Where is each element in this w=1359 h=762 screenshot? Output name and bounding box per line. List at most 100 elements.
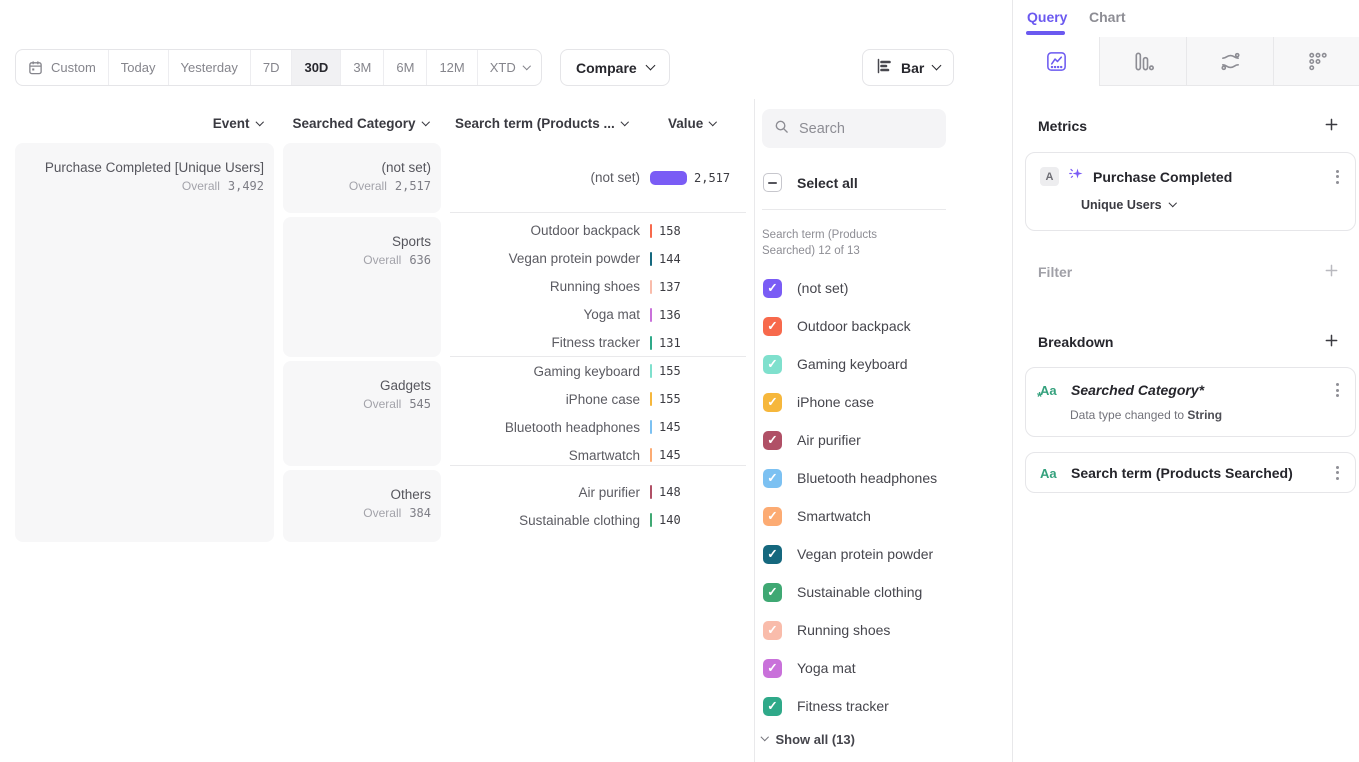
- legend-item[interactable]: ✓Bluetooth headphones: [763, 459, 937, 497]
- term-row[interactable]: Vegan protein powder144: [450, 245, 746, 273]
- value-bar[interactable]: [650, 252, 652, 266]
- value-bar[interactable]: [650, 364, 652, 378]
- legend-item[interactable]: ✓Gaming keyboard: [763, 345, 937, 383]
- legend-checkbox[interactable]: ✓: [763, 659, 782, 678]
- legend-item-label: Vegan protein powder: [797, 546, 933, 562]
- legend-checkbox[interactable]: ✓: [763, 355, 782, 374]
- event-cell[interactable]: Purchase Completed [Unique Users] Overal…: [15, 143, 274, 542]
- report-tab-funnels[interactable]: [1099, 37, 1186, 86]
- legend-item[interactable]: ✓Outdoor backpack: [763, 307, 937, 345]
- column-header-value[interactable]: Value: [668, 116, 716, 131]
- term-row[interactable]: Fitness tracker131: [450, 329, 746, 357]
- legend-checkbox[interactable]: ✓: [763, 545, 782, 564]
- select-all-checkbox-row[interactable]: Select all: [763, 173, 858, 192]
- value-bar[interactable]: [650, 392, 652, 406]
- add-filter-button[interactable]: [1324, 263, 1340, 279]
- value-label: 148: [659, 485, 681, 499]
- add-metric-button[interactable]: [1324, 117, 1340, 133]
- term-row[interactable]: Yoga mat136: [450, 301, 746, 329]
- term-row[interactable]: (not set)2,517: [450, 164, 746, 192]
- legend-checkbox[interactable]: ✓: [763, 279, 782, 298]
- date-range-7d[interactable]: 7D: [250, 50, 292, 85]
- legend-item[interactable]: ✓Air purifier: [763, 421, 937, 459]
- select-all-checkbox[interactable]: [763, 173, 782, 192]
- legend-item[interactable]: ✓(not set): [763, 269, 937, 307]
- value-bar[interactable]: [650, 448, 652, 462]
- date-range-custom[interactable]: Custom: [16, 50, 108, 85]
- show-all-button[interactable]: Show all (13): [762, 732, 855, 747]
- metric-kebab-menu[interactable]: [1334, 168, 1341, 186]
- date-range-30d[interactable]: 30D: [291, 50, 340, 85]
- value-bar[interactable]: [650, 485, 652, 499]
- compare-button[interactable]: Compare: [560, 49, 670, 86]
- term-row[interactable]: Air purifier148: [450, 478, 746, 506]
- legend-checkbox[interactable]: ✓: [763, 431, 782, 450]
- category-cell[interactable]: GadgetsOverall545: [283, 361, 441, 466]
- legend-item[interactable]: ✓iPhone case: [763, 383, 937, 421]
- column-header-event[interactable]: Event: [120, 116, 262, 131]
- legend-caption: Search term (Products Searched) 12 of 13: [762, 227, 907, 259]
- legend-checkbox[interactable]: ✓: [763, 393, 782, 412]
- breakdown-card-search-term[interactable]: Aa Search term (Products Searched): [1025, 452, 1356, 493]
- breakdown-card-searched-category[interactable]: Aa* Searched Category* Data type changed…: [1025, 367, 1356, 437]
- date-range-xtd[interactable]: XTD: [477, 50, 542, 85]
- report-tab-flows[interactable]: [1186, 37, 1273, 86]
- term-row[interactable]: Outdoor backpack158: [450, 217, 746, 245]
- value-label: 145: [659, 448, 681, 462]
- category-overall-value: 2,517: [395, 179, 431, 193]
- legend-checkbox[interactable]: ✓: [763, 583, 782, 602]
- date-range-yesterday[interactable]: Yesterday: [168, 50, 250, 85]
- breakdown-heading: Breakdown: [1038, 334, 1113, 350]
- chart-type-selector[interactable]: Bar: [862, 49, 954, 86]
- date-range-today[interactable]: Today: [108, 50, 168, 85]
- metric-card[interactable]: A Purchase Completed Unique Users: [1025, 152, 1356, 231]
- tab-query[interactable]: Query: [1027, 9, 1067, 25]
- legend-search[interactable]: [762, 109, 946, 148]
- search-input[interactable]: [799, 121, 934, 137]
- value-bar[interactable]: [650, 224, 652, 238]
- metric-aggregation-dropdown[interactable]: Unique Users: [1081, 198, 1341, 212]
- report-tab-retention[interactable]: [1273, 37, 1359, 86]
- legend-item[interactable]: ✓ Smartwatch: [763, 497, 937, 535]
- value-bar[interactable]: [650, 171, 687, 185]
- value-bar[interactable]: [650, 420, 652, 434]
- category-cell[interactable]: OthersOverall384: [283, 470, 441, 542]
- breakdown-kebab-menu[interactable]: [1334, 381, 1341, 399]
- term-row[interactable]: Sustainable clothing140: [450, 506, 746, 534]
- value-bar[interactable]: [650, 308, 652, 322]
- legend-checkbox[interactable]: ✓: [763, 507, 782, 526]
- legend-item-label: Smartwatch: [797, 508, 871, 524]
- breakdown-kebab-menu[interactable]: [1334, 464, 1341, 482]
- term-row[interactable]: Running shoes137: [450, 273, 746, 301]
- date-range-control[interactable]: CustomTodayYesterday7D30D3M6M12MXTD: [15, 49, 542, 86]
- date-range-6m[interactable]: 6M: [383, 50, 426, 85]
- legend-item[interactable]: ✓Sustainable clothing: [763, 573, 937, 611]
- term-row[interactable]: iPhone case155: [450, 385, 746, 413]
- category-cell[interactable]: SportsOverall636: [283, 217, 441, 357]
- legend-checkbox[interactable]: ✓: [763, 469, 782, 488]
- category-name: (not set): [293, 160, 431, 175]
- legend-checkbox[interactable]: ✓: [763, 317, 782, 336]
- term-row[interactable]: Smartwatch145: [450, 441, 746, 469]
- legend-checkbox[interactable]: ✓: [763, 621, 782, 640]
- legend-item[interactable]: ✓Yoga mat: [763, 649, 937, 687]
- value-bar[interactable]: [650, 513, 652, 527]
- legend-item[interactable]: ✓Running shoes: [763, 611, 937, 649]
- tab-chart[interactable]: Chart: [1089, 9, 1126, 25]
- report-tab-insights[interactable]: [1013, 37, 1099, 86]
- legend-item[interactable]: ✓ Vegan protein powder: [763, 535, 937, 573]
- column-header-searched-category[interactable]: Searched Category: [286, 116, 428, 131]
- chevron-down-icon: [645, 61, 655, 71]
- term-row[interactable]: Gaming keyboard155: [450, 357, 746, 385]
- date-range-3m[interactable]: 3M: [340, 50, 383, 85]
- value-bar[interactable]: [650, 336, 652, 350]
- category-cell[interactable]: (not set)Overall2,517: [283, 143, 441, 213]
- category-overall-value: 636: [409, 253, 431, 267]
- term-row[interactable]: Bluetooth headphones145: [450, 413, 746, 441]
- date-range-12m[interactable]: 12M: [426, 50, 476, 85]
- column-header-search-term[interactable]: Search term (Products ...: [455, 116, 627, 131]
- add-breakdown-button[interactable]: [1324, 333, 1340, 349]
- legend-checkbox[interactable]: ✓: [763, 697, 782, 716]
- legend-item[interactable]: ✓Fitness tracker: [763, 687, 937, 725]
- value-bar[interactable]: [650, 280, 652, 294]
